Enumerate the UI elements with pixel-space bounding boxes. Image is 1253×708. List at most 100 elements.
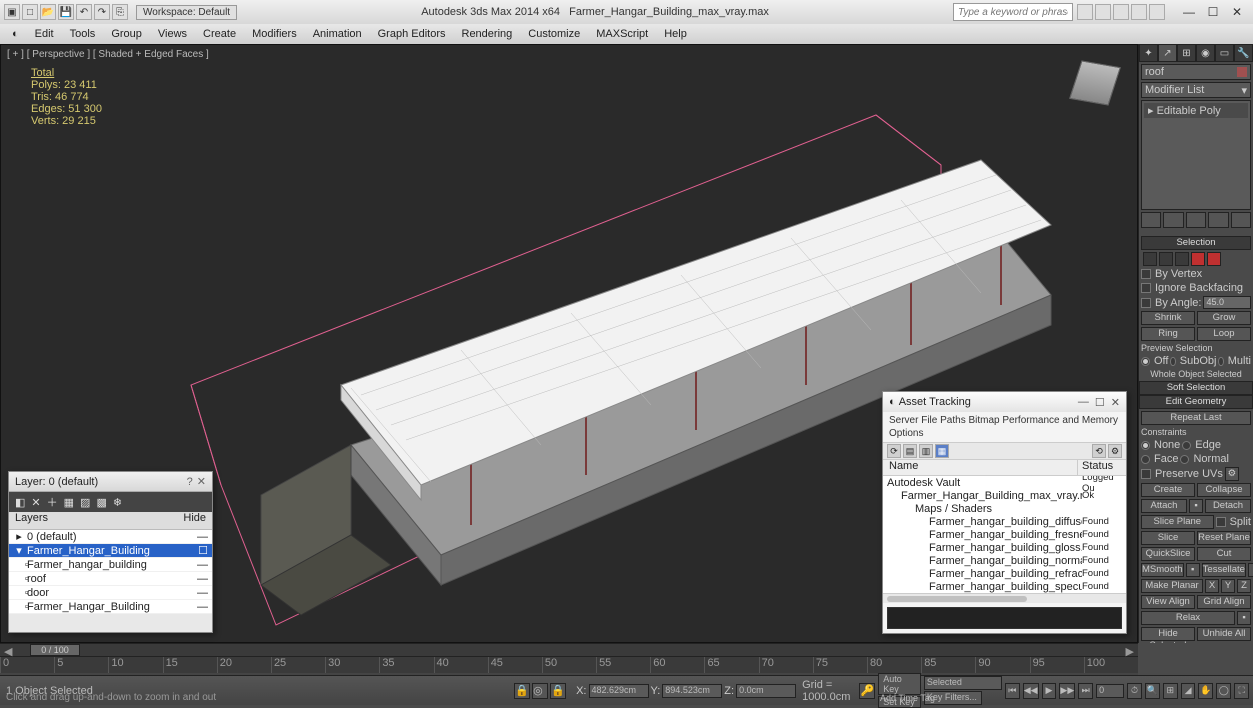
pan-icon[interactable]: ✋	[1198, 683, 1213, 699]
favorites-icon[interactable]	[1131, 4, 1147, 20]
preserve-uvs-settings-icon[interactable]: ⚙	[1225, 467, 1239, 481]
menu-modifiers[interactable]: Modifiers	[244, 26, 305, 42]
layer-dialog-title-bar[interactable]: Layer: 0 (default) ? ✕	[9, 472, 212, 492]
isolate-selection-icon[interactable]: ◎	[532, 683, 548, 699]
time-slider-handle[interactable]: 0 / 100	[30, 644, 80, 656]
make-planar-button[interactable]: Make Planar	[1141, 579, 1203, 593]
border-mode-icon[interactable]	[1175, 252, 1189, 266]
constraint-none-radio[interactable]	[1141, 441, 1150, 450]
current-frame-field[interactable]: 0	[1096, 684, 1124, 698]
by-vertex-checkbox[interactable]	[1141, 269, 1151, 279]
layer-col-layers[interactable]: Layers	[15, 512, 183, 529]
auto-key-button[interactable]: Auto Key	[878, 673, 921, 695]
workspace-dropdown[interactable]: Workspace: Default	[136, 5, 237, 20]
edit-geometry-header[interactable]: Edit Geometry	[1139, 395, 1253, 409]
element-mode-icon[interactable]	[1207, 252, 1221, 266]
repeat-last-button[interactable]: Repeat Last	[1141, 411, 1251, 425]
asset-row[interactable]: Autodesk VaultLogged Ou	[883, 476, 1126, 489]
asset-drop-zone[interactable]	[887, 607, 1122, 629]
selection-lock-icon[interactable]: 🔒	[550, 683, 566, 699]
exchange-icon[interactable]	[1113, 4, 1129, 20]
new-icon[interactable]: □	[22, 4, 38, 20]
constraint-edge-radio[interactable]	[1182, 441, 1191, 450]
menu-customize[interactable]: Customize	[520, 26, 588, 42]
search-icon[interactable]	[1077, 4, 1093, 20]
ring-button[interactable]: Ring	[1141, 327, 1195, 341]
time-config-icon[interactable]: ⏱	[1127, 683, 1142, 699]
layer-row[interactable]: ▫roof—	[9, 572, 212, 586]
modifier-list-dropdown[interactable]: Modifier List▾	[1141, 82, 1251, 98]
modifier-stack[interactable]: ▸ Editable Poly	[1141, 100, 1251, 210]
attach-button[interactable]: Attach	[1141, 499, 1187, 513]
asset-row[interactable]: Farmer_hangar_building_fresnel.pngFound	[883, 528, 1126, 541]
asset-status-icon[interactable]: ⟲	[1092, 444, 1106, 458]
asset-col-status[interactable]: Status	[1078, 460, 1126, 475]
create-button[interactable]: Create	[1141, 483, 1195, 497]
preview-off-radio[interactable]	[1141, 357, 1150, 366]
asset-row[interactable]: Farmer_hangar_building_gloss.pngFound	[883, 541, 1126, 554]
asset-maximize-icon[interactable]: ☐	[1095, 396, 1105, 409]
asset-list-icon[interactable]: ▥	[919, 444, 933, 458]
lock-selection-icon[interactable]: 🔒	[514, 683, 530, 699]
remove-modifier-icon[interactable]	[1208, 212, 1228, 228]
menu-create[interactable]: Create	[195, 26, 244, 42]
minimize-button[interactable]: —	[1177, 4, 1201, 20]
next-frame-icon[interactable]: ▶▶	[1059, 683, 1075, 699]
menu-views[interactable]: Views	[150, 26, 195, 42]
asset-settings-icon[interactable]: ⚙	[1108, 444, 1122, 458]
detach-button[interactable]: Detach	[1205, 499, 1251, 513]
preview-multi-radio[interactable]	[1218, 357, 1223, 366]
prev-frame-icon[interactable]: ◀◀	[1023, 683, 1039, 699]
menu-edit[interactable]: Edit	[27, 26, 62, 42]
layer-delete-icon[interactable]: ✕	[31, 496, 40, 509]
stack-item[interactable]: ▸ Editable Poly	[1144, 103, 1248, 118]
show-end-result-icon[interactable]	[1163, 212, 1183, 228]
tab-motion-icon[interactable]: ◉	[1196, 44, 1215, 62]
menu-app-icon[interactable]: ◐	[4, 26, 27, 42]
menu-graph-editors[interactable]: Graph Editors	[370, 26, 454, 42]
by-angle-checkbox[interactable]	[1141, 298, 1151, 308]
constraint-normal-radio[interactable]	[1180, 455, 1189, 464]
asset-row[interactable]: Farmer_Hangar_Building_max_vray.maxOk	[883, 489, 1126, 502]
layer-close-icon[interactable]: ✕	[197, 475, 206, 488]
attach-list-icon[interactable]: ▪	[1189, 499, 1203, 513]
split-checkbox[interactable]	[1216, 517, 1226, 527]
menu-animation[interactable]: Animation	[305, 26, 370, 42]
pin-stack-icon[interactable]	[1141, 212, 1161, 228]
shrink-button[interactable]: Shrink	[1141, 311, 1195, 325]
undo-icon[interactable]: ↶	[76, 4, 92, 20]
viewcube[interactable]	[1065, 53, 1125, 113]
slice-plane-button[interactable]: Slice Plane	[1141, 515, 1214, 529]
constraint-face-radio[interactable]	[1141, 455, 1150, 464]
viewport-label[interactable]: [ + ] [ Perspective ] [ Shaded + Edged F…	[7, 49, 209, 60]
planar-y-button[interactable]: Y	[1221, 579, 1235, 593]
layer-row[interactable]: ▫door—	[9, 586, 212, 600]
redo-icon[interactable]: ↷	[94, 4, 110, 20]
reset-plane-button[interactable]: Reset Plane	[1197, 531, 1251, 545]
layer-add-icon[interactable]: ＋	[47, 494, 58, 510]
save-icon[interactable]: 💾	[58, 4, 74, 20]
z-field[interactable]: 0.0cm	[736, 684, 796, 698]
layer-col-hide[interactable]: Hide	[183, 512, 206, 529]
menu-group[interactable]: Group	[103, 26, 150, 42]
slice-button[interactable]: Slice	[1141, 531, 1195, 545]
edge-mode-icon[interactable]	[1159, 252, 1173, 266]
asset-row[interactable]: Farmer_hangar_building_refract.pngFound	[883, 567, 1126, 580]
msmooth-settings-icon[interactable]: ▪	[1186, 563, 1200, 577]
asset-menu[interactable]: Server File Paths Bitmap Performance and…	[883, 412, 1126, 442]
layer-row[interactable]: ▸0 (default)—	[9, 530, 212, 544]
layer-row[interactable]: ▫Farmer_Hangar_Building—	[9, 600, 212, 614]
layer-new-icon[interactable]: ◧	[15, 496, 25, 509]
asset-col-name[interactable]: Name	[883, 460, 1078, 475]
layer-select-icon[interactable]: ▦	[64, 496, 74, 509]
tessellate-button[interactable]: Tessellate	[1202, 563, 1246, 577]
layer-help-icon[interactable]: ?	[187, 476, 193, 488]
layer-row[interactable]: ▫Farmer_hangar_building—	[9, 558, 212, 572]
view-align-button[interactable]: View Align	[1141, 595, 1195, 609]
soft-selection-header[interactable]: Soft Selection	[1139, 381, 1253, 395]
zoom-icon[interactable]: 🔍	[1145, 683, 1160, 699]
planar-z-button[interactable]: Z	[1237, 579, 1251, 593]
add-time-tag[interactable]: Add Time Tag	[880, 693, 935, 703]
hide-selected-button[interactable]: Hide Selected	[1141, 627, 1195, 641]
planar-x-button[interactable]: X	[1205, 579, 1219, 593]
